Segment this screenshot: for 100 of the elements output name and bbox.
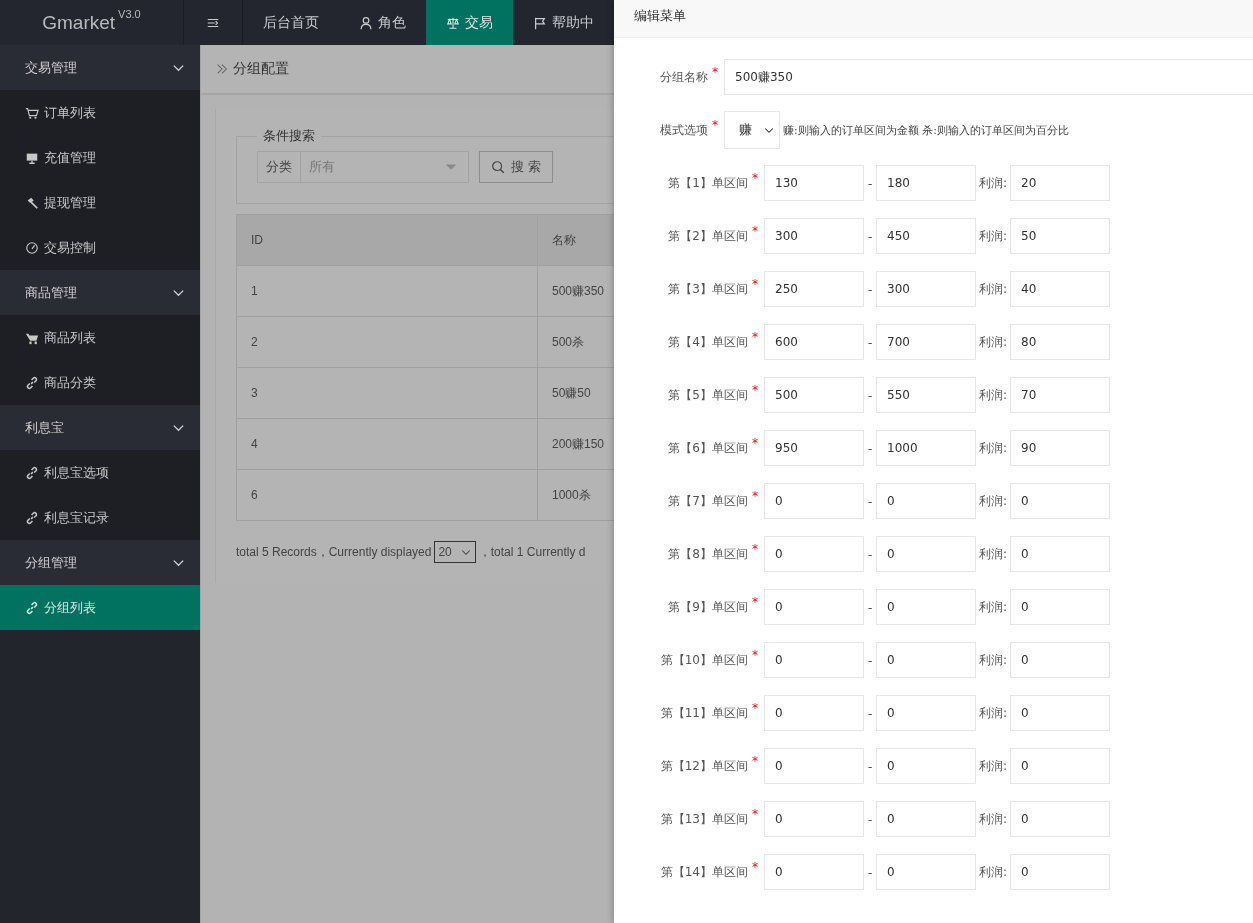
cart-icon [25,105,39,120]
profit-field[interactable]: 80 [1010,324,1110,360]
profit-field[interactable]: 0 [1010,854,1110,890]
fieldset-legend: 条件搜索 [257,127,321,145]
range-dash: - [866,652,874,668]
flag-icon [533,15,547,30]
sidebar-item[interactable]: 利息宝记录 [0,495,200,540]
scale-icon [446,15,460,30]
pager-text: ，total 1 Currently d [478,543,586,561]
profit-label: 利润: [977,863,1008,881]
range-dash: - [866,440,874,456]
page-size-select[interactable]: 20 [434,541,476,563]
sidebar-group[interactable]: 商品管理 [0,270,200,315]
required-mark: * [752,223,758,238]
column-header: ID [236,214,538,266]
range-to-field[interactable]: 0 [876,854,976,890]
range-from-field[interactable]: 0 [764,589,864,625]
sidebar-item[interactable]: 利息宝选项 [0,450,200,495]
profit-field[interactable]: 0 [1010,801,1110,837]
category-select[interactable]: 分类 所有 [257,151,469,183]
profit-label: 利润: [977,492,1008,510]
nav-tab[interactable]: 角色 [339,0,426,45]
profit-field[interactable]: 0 [1010,695,1110,731]
range-to-field[interactable]: 0 [876,536,976,572]
profit-field[interactable]: 50 [1010,218,1110,254]
sidebar-item[interactable]: 订单列表 [0,90,200,135]
range-to-field[interactable]: 700 [876,324,976,360]
sidebar-group[interactable]: 交易管理 [0,45,200,90]
range-from-field[interactable]: 0 [764,748,864,784]
range-from-field[interactable]: 0 [764,536,864,572]
nav-tab[interactable]: 后台首页 [243,0,339,45]
field-label: 分组名称 [660,68,708,86]
range-to-field[interactable]: 0 [876,483,976,519]
range-to-field[interactable]: 550 [876,377,976,413]
profit-label: 利润: [977,545,1008,563]
link-icon [25,375,39,390]
nav-tab[interactable]: 交易 [426,0,513,45]
range-from-field[interactable]: 300 [764,218,864,254]
table-cell: 4 [236,418,538,470]
profit-field[interactable]: 0 [1010,536,1110,572]
range-to-field[interactable]: 0 [876,642,976,678]
required-mark: * [752,488,758,503]
nav-tab[interactable]: 帮助中 [513,0,614,45]
field-label: 模式选项 [660,121,708,139]
profit-label: 利润: [977,174,1008,192]
profit-field[interactable]: 40 [1010,271,1110,307]
range-from-field[interactable]: 500 [764,377,864,413]
range-to-field[interactable]: 180 [876,165,976,201]
sidebar-item[interactable]: 商品列表 [0,315,200,360]
mode-hint: 赚:则输入的订单区间为金额 杀:则输入的订单区间为百分比 [783,122,1069,138]
range-to-field[interactable]: 300 [876,271,976,307]
range-from-field[interactable]: 250 [764,271,864,307]
user-icon [359,15,373,30]
range-from-field[interactable]: 0 [764,854,864,890]
range-to-field[interactable]: 1000 [876,430,976,466]
name-field[interactable]: 500赚350 [724,59,1253,95]
range-from-field[interactable]: 0 [764,642,864,678]
link-icon [25,600,39,615]
select-label: 分类 [258,152,301,182]
range-to-field[interactable]: 0 [876,801,976,837]
range-from-field[interactable]: 0 [764,483,864,519]
sidebar-group[interactable]: 利息宝 [0,405,200,450]
range-from-field[interactable]: 130 [764,165,864,201]
sidebar-item[interactable]: 分组列表 [0,585,200,630]
required-mark: * [752,859,758,874]
profit-field[interactable]: 70 [1010,377,1110,413]
mode-select[interactable]: 赚 [724,111,780,149]
link-icon [25,465,39,480]
range-from-field[interactable]: 600 [764,324,864,360]
range-to-field[interactable]: 0 [876,748,976,784]
range-to-field[interactable]: 0 [876,589,976,625]
required-mark: * [752,700,758,715]
range-to-field[interactable]: 0 [876,695,976,731]
field-label: 第【1】单区间 [668,174,748,192]
range-dash: - [866,599,874,615]
field-label: 第【9】单区间 [668,598,748,616]
profit-label: 利润: [977,333,1008,351]
range-from-field[interactable]: 950 [764,430,864,466]
field-label: 第【3】单区间 [668,280,748,298]
sidebar-item[interactable]: 商品分类 [0,360,200,405]
sidebar-item[interactable]: 交易控制 [0,225,200,270]
profit-field[interactable]: 90 [1010,430,1110,466]
profit-field[interactable]: 20 [1010,165,1110,201]
sidebar-item[interactable]: 提现管理 [0,180,200,225]
profit-field[interactable]: 0 [1010,642,1110,678]
range-from-field[interactable]: 0 [764,801,864,837]
profit-field[interactable]: 0 [1010,483,1110,519]
profit-field[interactable]: 0 [1010,748,1110,784]
required-mark: * [752,435,758,450]
range-from-field[interactable]: 0 [764,695,864,731]
profit-label: 利润: [977,227,1008,245]
profit-field[interactable]: 0 [1010,589,1110,625]
range-to-field[interactable]: 450 [876,218,976,254]
required-mark: * [752,170,758,185]
sidebar-group[interactable]: 分组管理 [0,540,200,585]
profit-label: 利润: [977,598,1008,616]
profit-label: 利润: [977,386,1008,404]
search-button[interactable]: 搜 索 [479,151,553,183]
sidebar-item[interactable]: 充值管理 [0,135,200,180]
field-label: 第【13】单区间 [660,810,748,828]
